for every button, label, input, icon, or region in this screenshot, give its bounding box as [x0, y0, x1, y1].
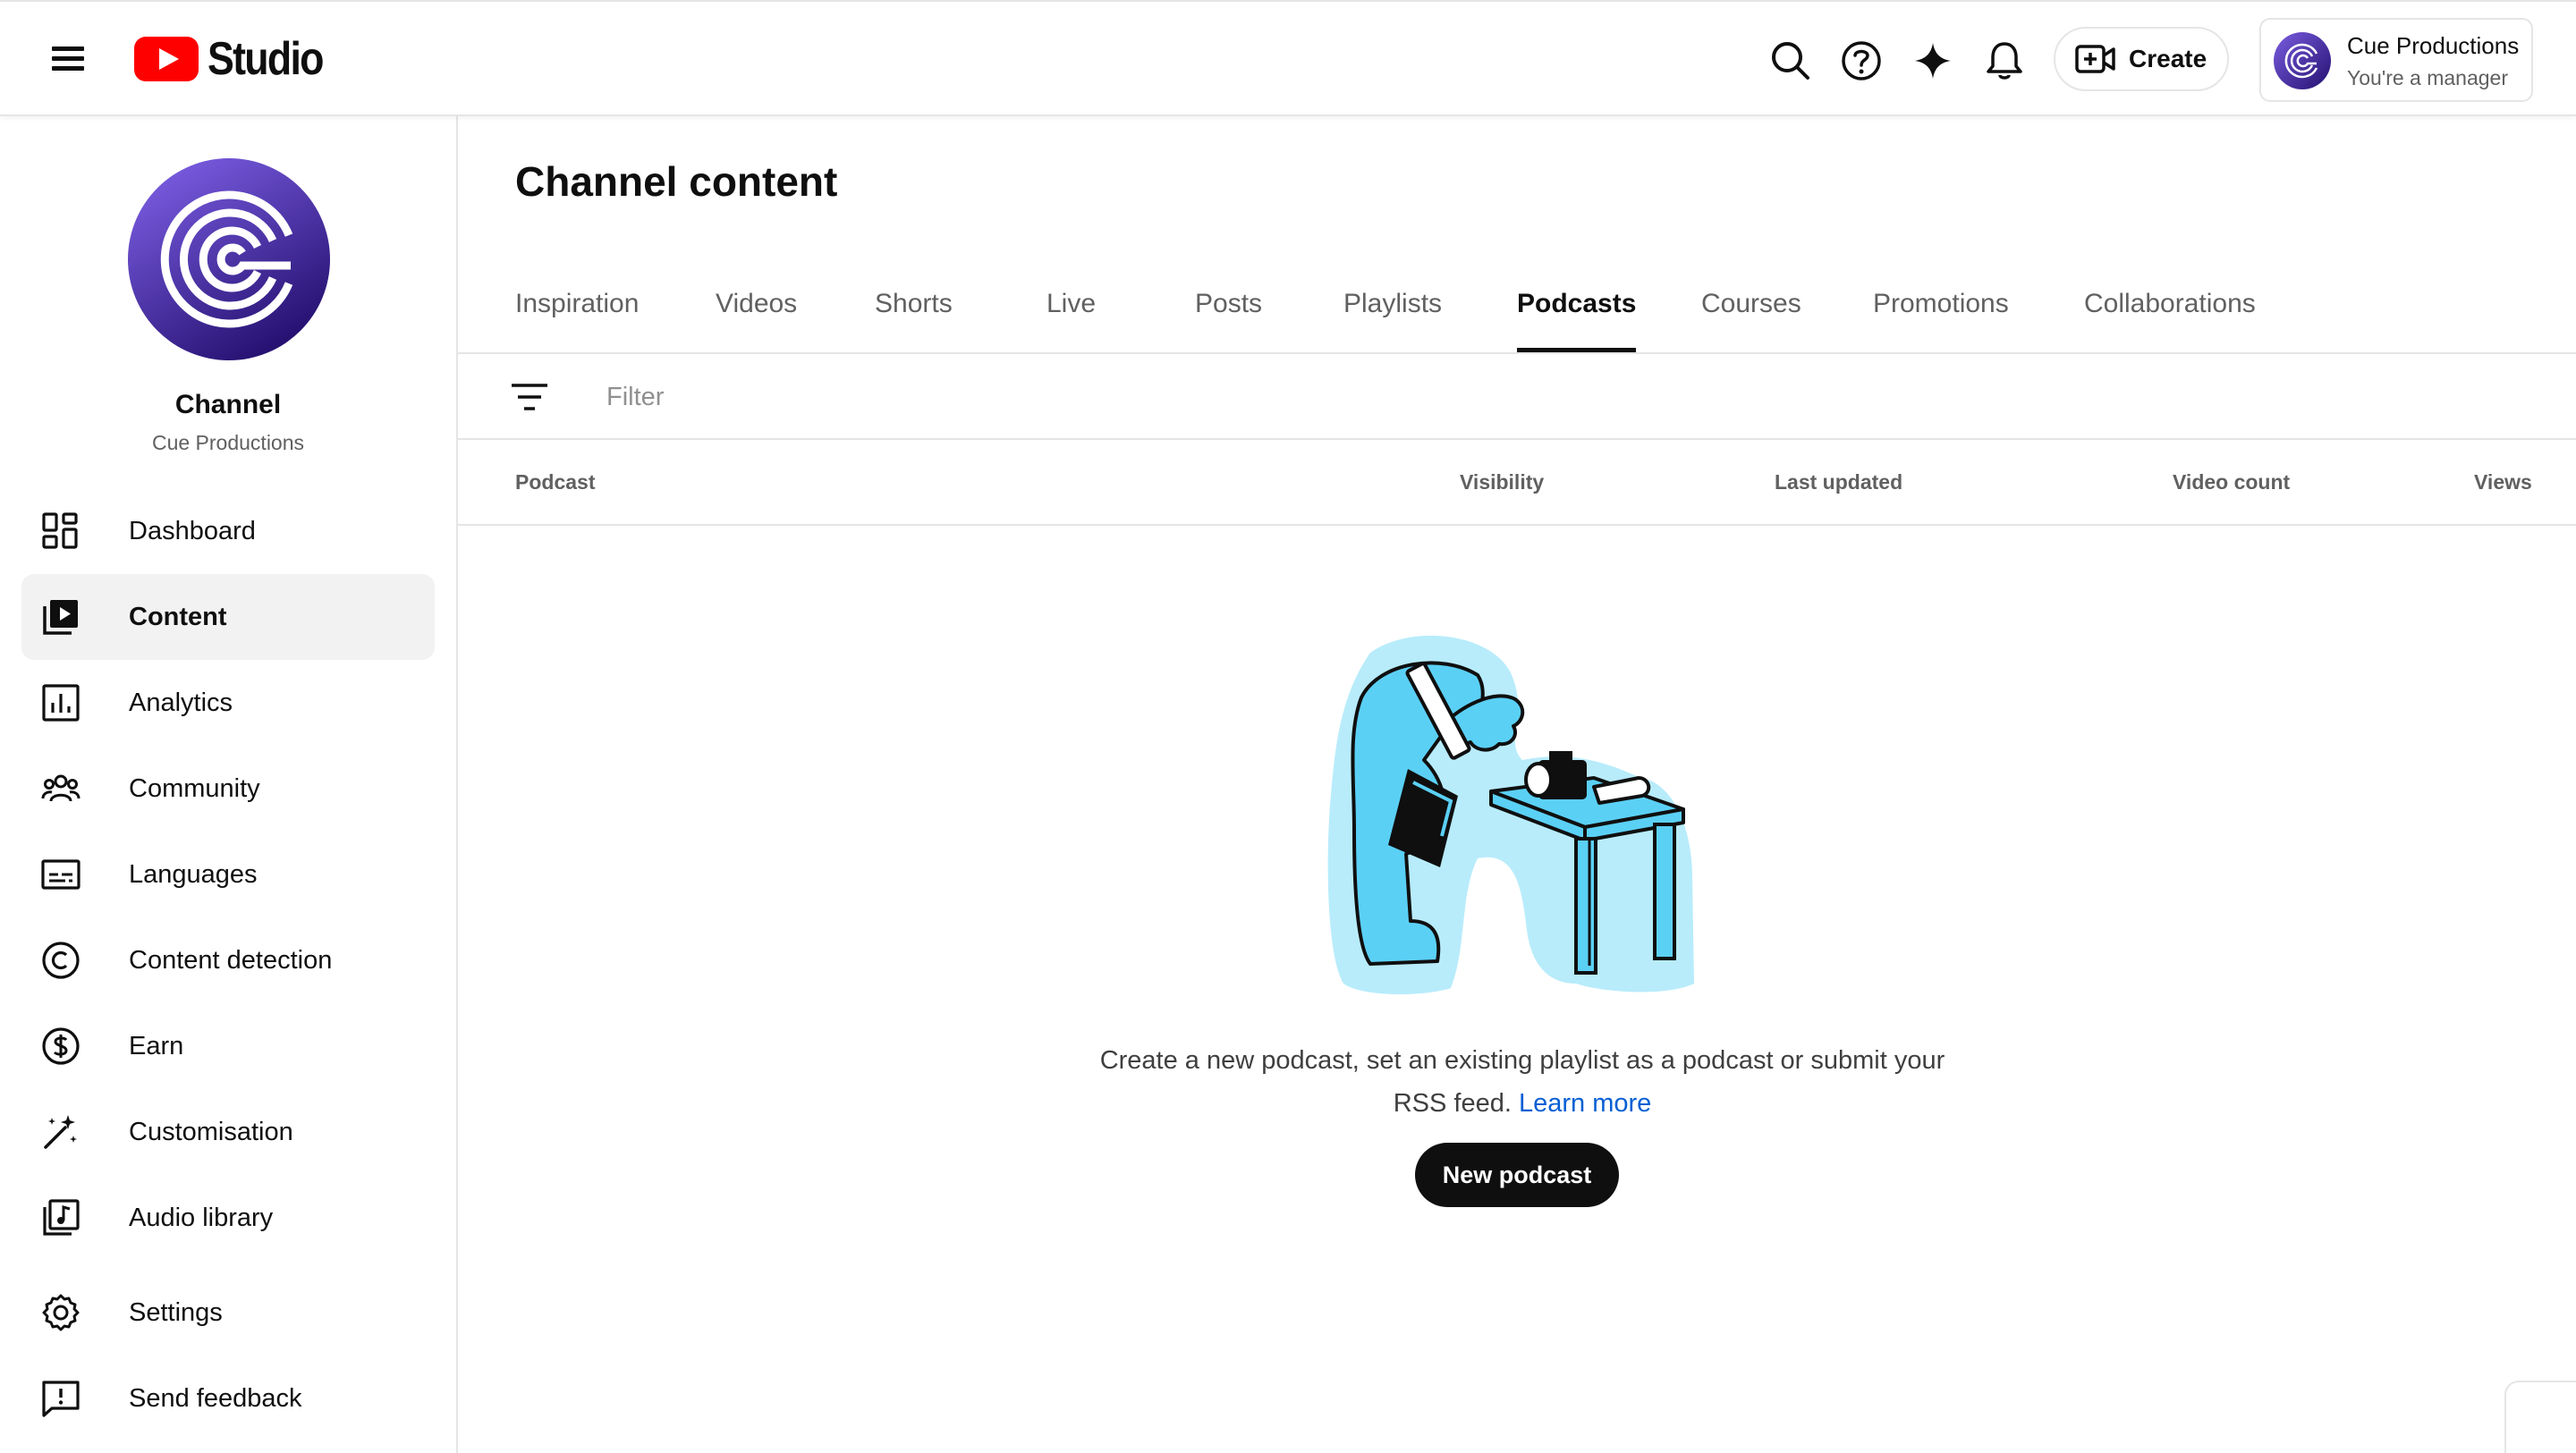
- analytics-icon: [42, 684, 80, 722]
- tab-inspiration[interactable]: Inspiration: [515, 256, 639, 352]
- community-icon: [41, 774, 80, 802]
- sidebar-item-label: Content detection: [129, 945, 333, 975]
- gear-icon: [42, 1294, 80, 1331]
- sidebar: Channel Cue Productions Dashboard Conten…: [0, 116, 458, 1453]
- channel-avatar[interactable]: [128, 158, 330, 360]
- table-header: Podcast Visibility Last updated Video co…: [458, 440, 2576, 526]
- youtube-logo-icon: [134, 37, 199, 81]
- tab-posts[interactable]: Posts: [1195, 256, 1262, 352]
- content-icon: [43, 600, 78, 635]
- empty-state-message: Create a new podcast, set an existing pl…: [1070, 1039, 1975, 1125]
- subtitles-icon: [41, 859, 80, 890]
- sidebar-item-label: Audio library: [129, 1203, 274, 1232]
- tab-collaborations[interactable]: Collaborations: [2084, 256, 2256, 352]
- copyright-icon: [42, 942, 80, 979]
- sidebar-item-customisation[interactable]: Customisation: [21, 1089, 435, 1175]
- create-button[interactable]: Create: [2054, 27, 2229, 91]
- page-title: Channel content: [515, 158, 838, 205]
- top-header: Studio Create Cue Productions You're a m…: [0, 0, 2576, 116]
- column-podcast[interactable]: Podcast: [515, 470, 595, 494]
- account-name: Cue Productions: [2347, 32, 2520, 59]
- create-video-icon: [2075, 45, 2115, 73]
- sidebar-item-label: Customisation: [129, 1117, 293, 1146]
- avatar: [2274, 32, 2331, 89]
- new-podcast-button[interactable]: New podcast: [1415, 1143, 1619, 1207]
- help-icon[interactable]: [1836, 36, 1886, 86]
- sidebar-item-label: Earn: [129, 1031, 184, 1060]
- studio-logo[interactable]: Studio: [134, 32, 342, 86]
- tab-playlists[interactable]: Playlists: [1343, 256, 1442, 352]
- column-video-count[interactable]: Video count: [2173, 470, 2290, 494]
- sidebar-item-label: Analytics: [129, 688, 233, 717]
- menu-icon[interactable]: [43, 38, 93, 80]
- sidebar-item-community[interactable]: Community: [21, 746, 435, 832]
- column-views[interactable]: Views: [2474, 470, 2532, 494]
- sidebar-item-label: Languages: [129, 859, 258, 889]
- filter-input[interactable]: [606, 374, 2038, 420]
- channel-name: Cue Productions: [151, 431, 305, 454]
- tab-live[interactable]: Live: [1046, 256, 1096, 352]
- magic-wand-icon: [44, 1115, 77, 1149]
- corner-widget[interactable]: [2504, 1381, 2576, 1453]
- account-switcher[interactable]: Cue Productions You're a manager: [2259, 18, 2533, 102]
- create-label: Create: [2129, 45, 2207, 72]
- tab-shorts[interactable]: Shorts: [875, 256, 953, 352]
- empty-state-illustration: [1327, 635, 1694, 994]
- sidebar-item-label: Content: [129, 602, 227, 631]
- sidebar-item-label: Send feedback: [129, 1383, 302, 1413]
- feedback-icon: [42, 1381, 80, 1417]
- sidebar-item-settings[interactable]: Settings: [21, 1270, 435, 1356]
- dollar-icon: [42, 1027, 80, 1065]
- sidebar-item-label: Dashboard: [129, 516, 256, 545]
- filter-bar: [458, 354, 2576, 440]
- account-role: You're a manager: [2347, 66, 2509, 89]
- sidebar-item-earn[interactable]: Earn: [21, 1003, 435, 1089]
- column-last-updated[interactable]: Last updated: [1775, 470, 1902, 494]
- tab-courses[interactable]: Courses: [1701, 256, 1801, 352]
- tab-promotions[interactable]: Promotions: [1873, 256, 2009, 352]
- bell-icon[interactable]: [1979, 36, 2029, 86]
- sidebar-item-analytics[interactable]: Analytics: [21, 660, 435, 746]
- sidebar-item-audio-library[interactable]: Audio library: [21, 1175, 435, 1261]
- sidebar-item-send-feedback[interactable]: Send feedback: [21, 1356, 435, 1441]
- dashboard-icon: [42, 512, 78, 549]
- learn-more-link[interactable]: Learn more: [1519, 1089, 1651, 1118]
- sidebar-item-label: Settings: [129, 1297, 223, 1327]
- filter-icon[interactable]: [510, 379, 549, 415]
- main-content: Channel content Inspiration Videos Short…: [458, 116, 2576, 1453]
- sidebar-item-dashboard[interactable]: Dashboard: [21, 488, 435, 574]
- sidebar-item-label: Community: [129, 773, 260, 803]
- column-visibility[interactable]: Visibility: [1460, 470, 1544, 494]
- content-tabs: Inspiration Videos Shorts Live Posts Pla…: [458, 256, 2576, 354]
- sparkle-icon[interactable]: [1908, 36, 1958, 86]
- search-icon[interactable]: [1766, 36, 1816, 86]
- sidebar-item-content[interactable]: Content: [21, 574, 435, 660]
- sidebar-item-content-detection[interactable]: Content detection: [21, 917, 435, 1003]
- audio-library-icon: [43, 1199, 80, 1236]
- sidebar-item-languages[interactable]: Languages: [21, 832, 435, 917]
- logo-text: Studio: [208, 33, 325, 85]
- tab-podcasts[interactable]: Podcasts: [1517, 256, 1637, 352]
- tab-videos[interactable]: Videos: [716, 256, 797, 352]
- channel-title: Channel: [174, 390, 282, 419]
- youtube-studio-app: Studio Create Cue Productions You're a m…: [0, 0, 2576, 1453]
